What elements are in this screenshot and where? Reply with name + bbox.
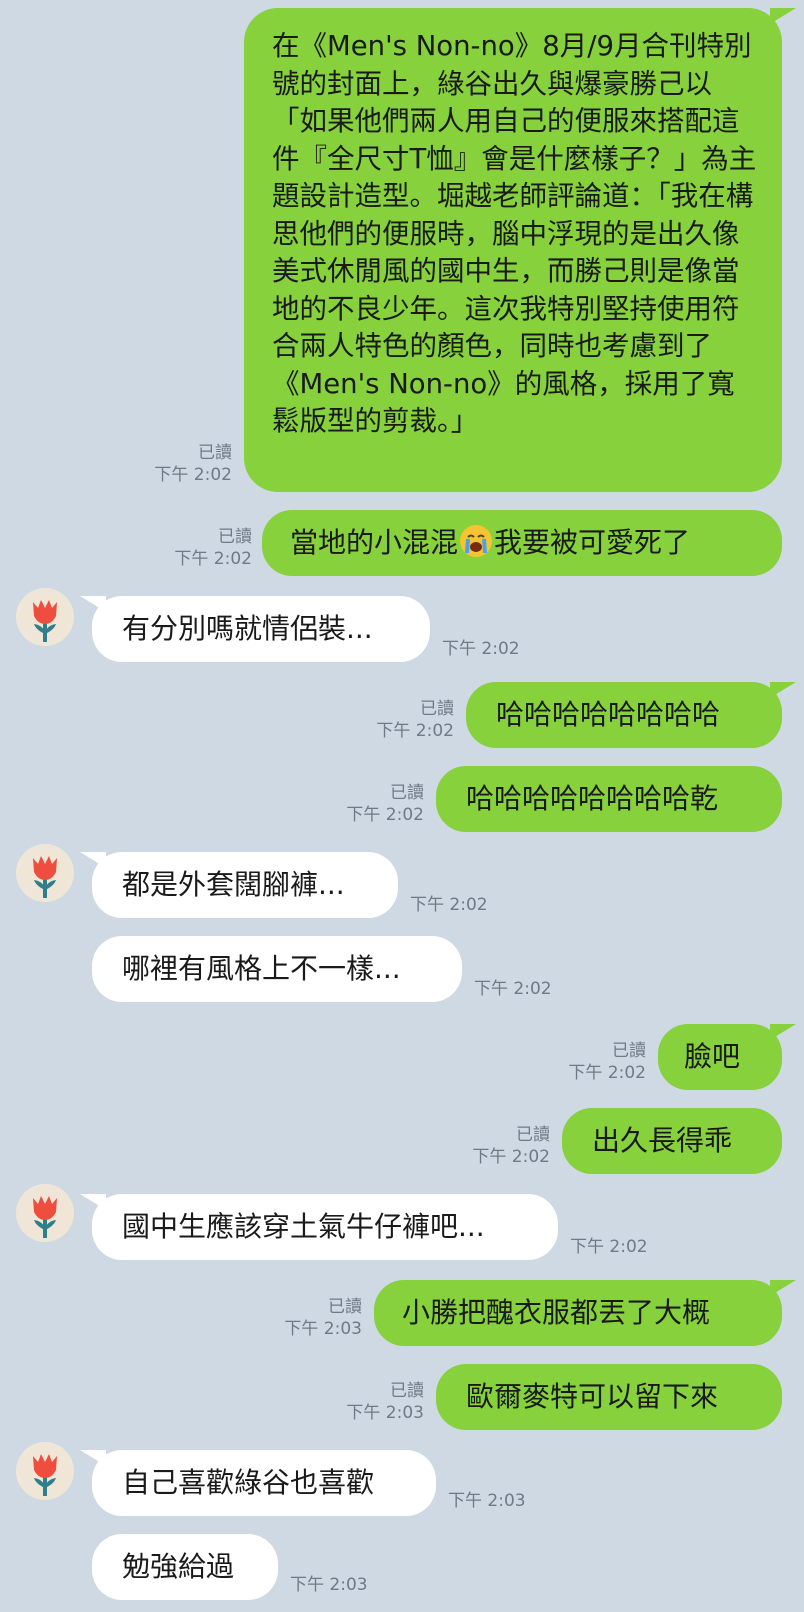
contact-avatar[interactable] xyxy=(16,588,74,646)
red-flower-icon xyxy=(33,600,57,642)
message-time: 下午 2:03 xyxy=(346,1403,424,1423)
message-meta: 已讀 下午 2:03 xyxy=(250,1296,362,1340)
outgoing-message-bubble[interactable]: 出久長得乖 xyxy=(562,1108,782,1174)
message-time: 下午 2:02 xyxy=(410,895,488,915)
message-time: 下午 2:02 xyxy=(568,1063,646,1083)
red-flower-icon xyxy=(33,1454,57,1496)
message-text: 在《Men's Non-no》8月/9月合刊特別號的封面上，綠谷出久與爆豪勝己以… xyxy=(272,30,757,437)
red-flower-icon xyxy=(33,1196,57,1238)
message-text: 哈哈哈哈哈哈哈哈 xyxy=(496,698,721,731)
outgoing-message-bubble[interactable]: 臉吧 xyxy=(658,1024,782,1090)
bubble-tail xyxy=(770,682,796,698)
message-meta: 已讀 下午 2:02 xyxy=(120,442,232,486)
message-meta: 已讀 下午 2:02 xyxy=(438,1124,550,1168)
message-text: 小勝把醜衣服都丟了大概 xyxy=(402,1296,711,1329)
message-text: 國中生應該穿土氣牛仔褲吧... xyxy=(122,1210,485,1243)
message-meta: 已讀 下午 2:02 xyxy=(534,1040,646,1084)
bubble-tail xyxy=(80,1450,106,1466)
bubble-tail xyxy=(770,1280,796,1296)
bubble-tail xyxy=(80,852,106,868)
read-receipt: 已讀 xyxy=(328,1297,362,1317)
message-text: 臉吧 xyxy=(684,1040,741,1073)
incoming-message-bubble[interactable]: 都是外套闊腳褲... xyxy=(92,852,398,918)
loudly-crying-face-emoji xyxy=(460,525,493,557)
message-text: 勉強給過 xyxy=(122,1550,235,1583)
read-receipt: 已讀 xyxy=(516,1125,550,1145)
message-text: 出久長得乖 xyxy=(592,1124,733,1157)
red-flower-icon xyxy=(33,856,57,898)
message-time: 下午 2:02 xyxy=(174,549,252,569)
message-time: 下午 2:02 xyxy=(570,1237,648,1257)
message-text: 都是外套闊腳褲... xyxy=(122,868,345,901)
message-text: 自己喜歡綠谷也喜歡 xyxy=(122,1466,375,1499)
message-time: 下午 2:02 xyxy=(442,639,520,659)
chat-thread[interactable]: 在《Men's Non-no》8月/9月合刊特別號的封面上，綠谷出久與爆豪勝己以… xyxy=(0,0,804,1612)
contact-avatar[interactable] xyxy=(16,1184,74,1242)
message-meta: 已讀 下午 2:02 xyxy=(140,526,252,570)
incoming-message-bubble[interactable]: 哪裡有風格上不一樣... xyxy=(92,936,462,1002)
message-meta: 已讀 下午 2:02 xyxy=(312,782,424,826)
read-receipt: 已讀 xyxy=(390,783,424,803)
message-meta: 已讀 下午 2:03 xyxy=(312,1380,424,1424)
message-time: 下午 2:03 xyxy=(284,1319,362,1339)
read-receipt: 已讀 xyxy=(390,1381,424,1401)
message-time: 下午 2:02 xyxy=(154,465,232,485)
message-text: 我要被可愛死了 xyxy=(494,526,691,559)
outgoing-message-bubble[interactable]: 小勝把醜衣服都丟了大概 xyxy=(374,1280,782,1346)
read-receipt: 已讀 xyxy=(612,1041,646,1061)
read-receipt: 已讀 xyxy=(218,527,252,547)
message-text: 歐爾麥特可以留下來 xyxy=(466,1380,719,1413)
outgoing-message-bubble[interactable]: 歐爾麥特可以留下來 xyxy=(436,1364,782,1430)
message-meta: 已讀 下午 2:02 xyxy=(342,698,454,742)
outgoing-message-bubble[interactable]: 哈哈哈哈哈哈哈哈乾 xyxy=(436,766,782,832)
outgoing-message-bubble[interactable]: 在《Men's Non-no》8月/9月合刊特別號的封面上，綠谷出久與爆豪勝己以… xyxy=(244,8,782,492)
message-text: 有分別嗎就情侶裝... xyxy=(122,612,373,645)
message-time: 下午 2:02 xyxy=(376,721,454,741)
message-time: 下午 2:02 xyxy=(346,805,424,825)
message-time: 下午 2:03 xyxy=(448,1491,526,1511)
bubble-tail xyxy=(770,8,796,24)
read-receipt: 已讀 xyxy=(420,699,454,719)
incoming-message-bubble[interactable]: 自己喜歡綠谷也喜歡 xyxy=(92,1450,436,1516)
message-time: 下午 2:02 xyxy=(472,1147,550,1167)
contact-avatar[interactable] xyxy=(16,844,74,902)
bubble-tail xyxy=(80,1194,106,1210)
incoming-message-bubble[interactable]: 國中生應該穿土氣牛仔褲吧... xyxy=(92,1194,558,1260)
incoming-message-bubble[interactable]: 有分別嗎就情侶裝... xyxy=(92,596,430,662)
contact-avatar[interactable] xyxy=(16,1442,74,1500)
message-time: 下午 2:02 xyxy=(474,979,552,999)
message-text: 哪裡有風格上不一樣... xyxy=(122,952,401,985)
incoming-message-bubble[interactable]: 勉強給過 xyxy=(92,1534,278,1600)
bubble-tail xyxy=(80,596,106,612)
message-text: 當地的小混混 xyxy=(290,526,459,559)
bubble-tail xyxy=(770,1024,796,1040)
message-text: 哈哈哈哈哈哈哈哈乾 xyxy=(466,782,719,815)
outgoing-message-bubble[interactable]: 當地的小混混 我要被可愛死了 xyxy=(262,510,782,576)
read-receipt: 已讀 xyxy=(198,443,232,463)
message-time: 下午 2:03 xyxy=(290,1575,368,1595)
outgoing-message-bubble[interactable]: 哈哈哈哈哈哈哈哈 xyxy=(466,682,782,748)
